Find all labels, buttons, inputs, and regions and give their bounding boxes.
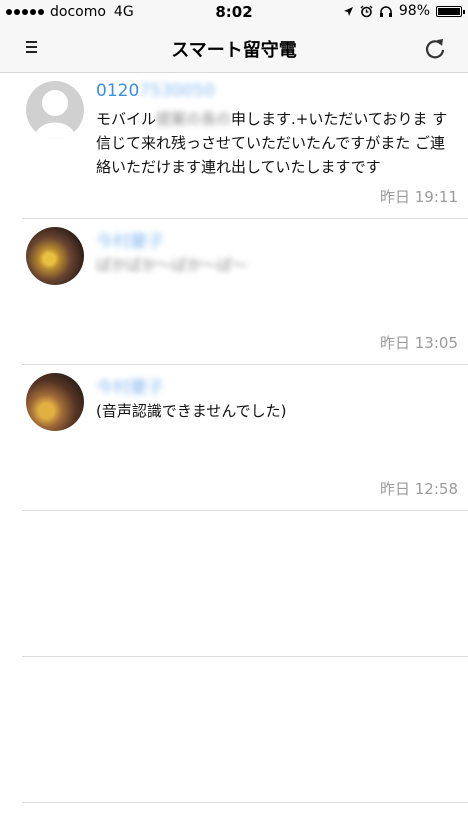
- message-text: (音声認識できませんでした): [96, 402, 287, 420]
- battery-percent: 98%: [398, 3, 430, 19]
- message-text: ぱかぱか〜ぱか〜ぱ〜: [96, 256, 247, 274]
- caller-name: 今村慶子: [96, 232, 164, 252]
- empty-row: [0, 657, 468, 803]
- alarm-icon: [360, 5, 373, 17]
- message-time: 昨日 19:11: [380, 188, 458, 206]
- avatar: [26, 373, 84, 431]
- page-title: スマート留守電: [171, 40, 297, 61]
- list-item[interactable]: 今村慶子 ぱかぱか〜ぱか〜ぱ〜 昨日 13:05: [0, 219, 468, 365]
- battery-icon: [436, 5, 465, 17]
- location-arrow-icon: [343, 6, 353, 16]
- list-item[interactable]: 01207530050 モバイル提案の長の申します.+いただいておりま す信じて…: [0, 73, 468, 219]
- message-time: 昨日 13:05: [380, 334, 458, 352]
- avatar: [26, 81, 84, 139]
- empty-row: [0, 511, 468, 657]
- avatar: [26, 227, 84, 285]
- message-text: モバイル提案の長の申します.+いただいておりま す信じて来れ残っさせていただいた…: [96, 110, 448, 176]
- caller-name: 01207530050: [96, 81, 215, 101]
- refresh-button[interactable]: [422, 36, 448, 62]
- headphones-icon: [379, 5, 392, 17]
- list-item[interactable]: 今村慶子 (音声認識できませんでした) 昨日 12:58: [0, 365, 468, 511]
- refresh-icon: [425, 39, 445, 59]
- divider: [22, 802, 468, 803]
- status-bar: docomo 4G 8:02 98%: [0, 0, 468, 24]
- message-time: 昨日 12:58: [380, 480, 458, 498]
- nav-bar: スマート留守電: [0, 24, 468, 73]
- voicemail-list: 01207530050 モバイル提案の長の申します.+いただいておりま す信じて…: [0, 73, 468, 803]
- caller-name: 今村慶子: [96, 378, 164, 398]
- status-right: 98%: [343, 3, 465, 19]
